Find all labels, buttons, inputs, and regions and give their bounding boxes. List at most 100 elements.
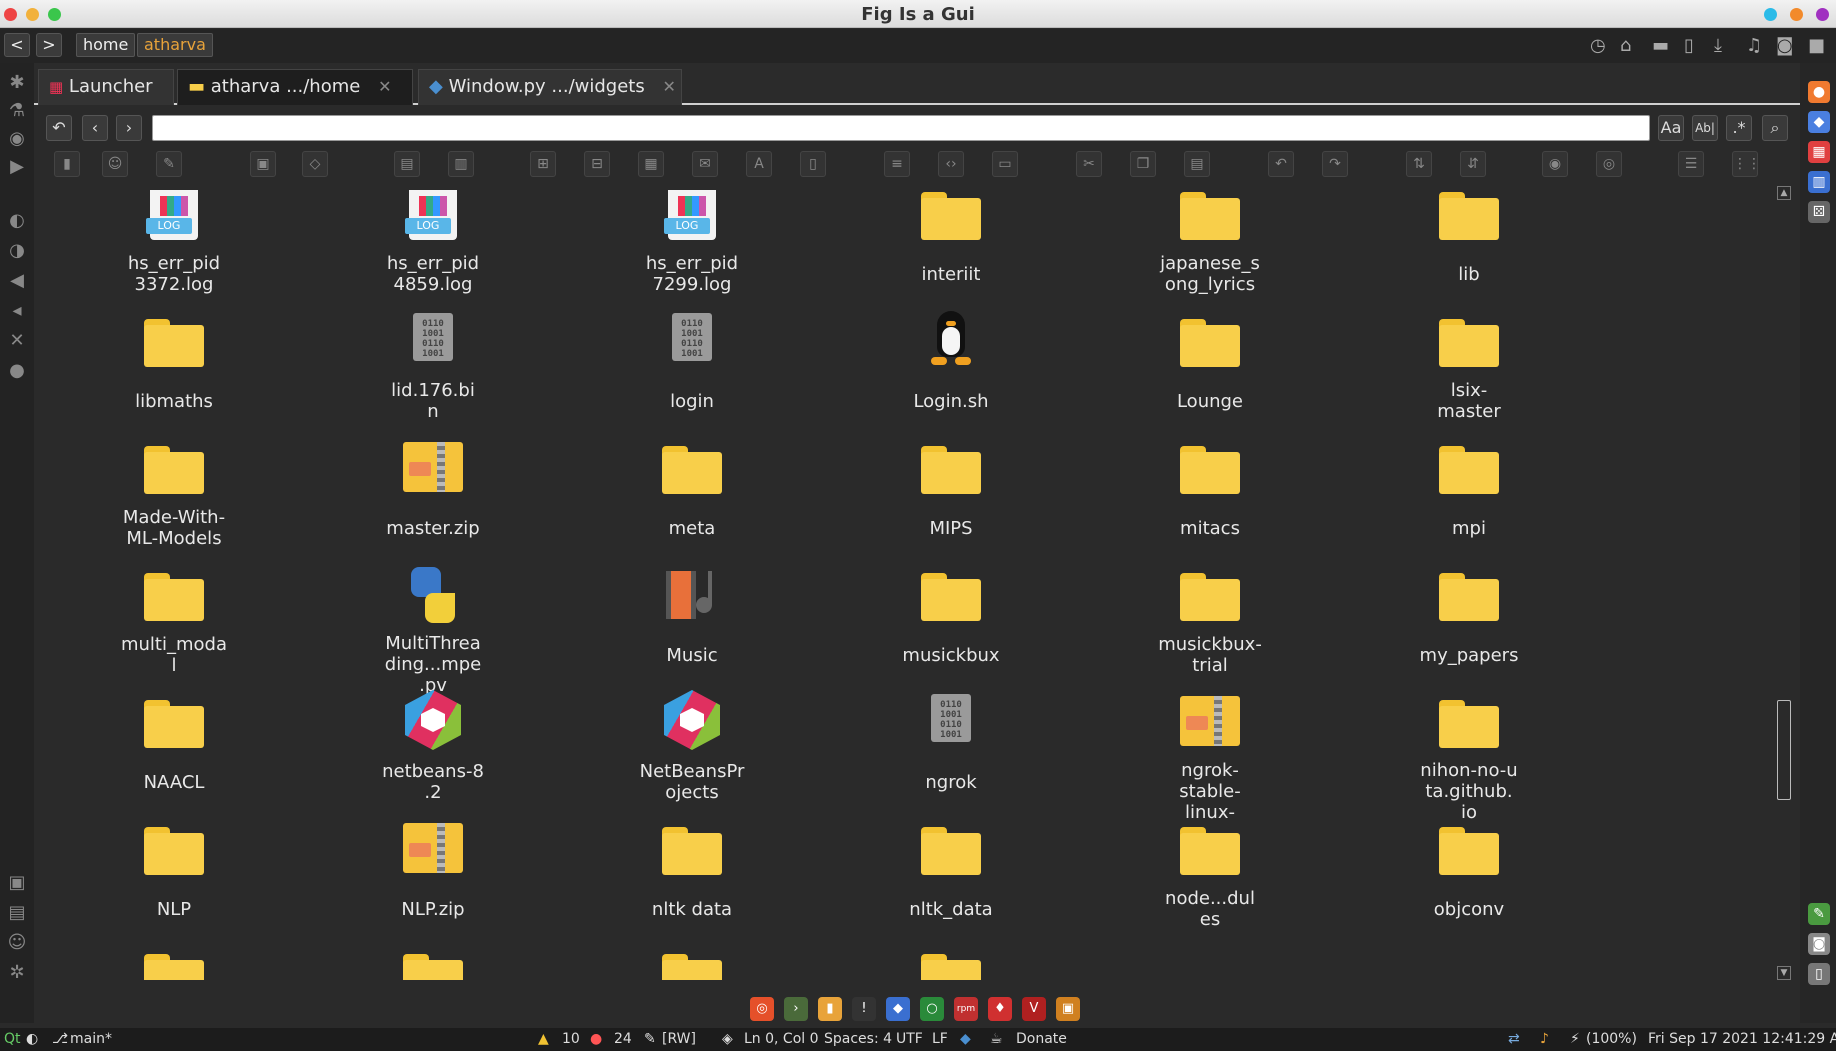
tag-icon[interactable]: ◇ [302, 151, 328, 177]
copy-icon[interactable]: ❐ [1130, 151, 1156, 177]
beer-icon[interactable]: ▮ [818, 997, 842, 1021]
volume-down-icon[interactable]: ◂ [7, 301, 27, 321]
file-item[interactable]: musickbux [866, 563, 1036, 677]
new-file-icon[interactable]: ▤ [394, 151, 420, 177]
undo-nav-icon[interactable]: ↶ [46, 115, 72, 141]
file-item[interactable]: Login.sh [866, 309, 1036, 423]
calendar-icon[interactable]: ▦ [1808, 141, 1830, 163]
vertical-scrollbar[interactable]: ▲ ▼ [1776, 186, 1792, 986]
clock-icon[interactable]: ◷ [1590, 37, 1606, 55]
breadcrumb-atharva[interactable]: atharva [137, 33, 213, 57]
firefox-icon[interactable]: ● [1808, 81, 1830, 103]
warning-count[interactable]: 10 [562, 1028, 580, 1051]
user-icon[interactable]: ☺ [102, 151, 128, 177]
file-item[interactable]: Lounge [1125, 309, 1295, 423]
ubuntu-icon[interactable]: ◎ [750, 997, 774, 1021]
undo-icon[interactable]: ↶ [1268, 151, 1294, 177]
cursor-position[interactable]: Ln 0, Col 0 [744, 1028, 819, 1051]
download-icon[interactable]: ⤓ [1714, 37, 1722, 55]
indent-spaces[interactable]: Spaces: 4 [824, 1028, 892, 1051]
back-button[interactable]: < [4, 33, 30, 57]
file-item[interactable]: NetBeansPr ojects [607, 690, 777, 804]
volume-up-icon[interactable]: ◀ [7, 271, 27, 291]
chat-icon[interactable]: ◆ [1808, 111, 1830, 133]
file-item[interactable]: nihon-no-u ta.github. io [1384, 690, 1554, 823]
path-forward-button[interactable]: › [116, 115, 142, 141]
package-icon[interactable]: ▣ [1056, 997, 1080, 1021]
ruby-icon[interactable]: ♦ [988, 997, 1012, 1021]
games-icon[interactable]: ⚄ [1808, 201, 1830, 223]
delete-icon[interactable]: ▯ [800, 151, 826, 177]
vim-icon[interactable]: V [1022, 997, 1046, 1021]
file-item[interactable]: node...dul es [1125, 817, 1295, 931]
view-icon[interactable]: ◉ [1542, 151, 1568, 177]
theme-toggle-icon[interactable]: ◐ [26, 1028, 38, 1051]
scroll-up-icon[interactable]: ▲ [1777, 186, 1791, 200]
refresh-icon[interactable]: ○ [920, 997, 944, 1021]
terminal-icon[interactable]: › [784, 997, 808, 1021]
scroll-thumb[interactable] [1777, 700, 1791, 800]
code-icon[interactable]: ‹› [938, 151, 964, 177]
redo-icon[interactable]: ↷ [1322, 151, 1348, 177]
file-item[interactable]: interiit [866, 190, 1036, 296]
file-item[interactable]: ngrok- stable- linux- [1125, 690, 1295, 823]
mail-icon[interactable]: ✉ [692, 151, 718, 177]
new-folder-icon[interactable]: ▥ [448, 151, 474, 177]
file-item[interactable]: objconv [1384, 817, 1554, 931]
file-item[interactable]: libmaths [89, 309, 259, 423]
git-branch[interactable]: main* [70, 1028, 112, 1051]
error-count[interactable]: 24 [614, 1028, 632, 1051]
display-icon[interactable]: ▤ [7, 903, 27, 923]
file-item[interactable]: Music [607, 563, 777, 677]
file-item[interactable] [348, 944, 518, 980]
file-item[interactable]: lsix- master [1384, 309, 1554, 423]
tab-atharva-home[interactable]: ▬ atharva .../home ✕ [177, 69, 413, 105]
folder-icon[interactable]: ▬ [1652, 37, 1669, 55]
file-item[interactable]: MIPS [866, 436, 1036, 550]
list-view-icon[interactable]: ☰ [1678, 151, 1704, 177]
paste-icon[interactable]: ▤ [1184, 151, 1210, 177]
match-case-button[interactable]: Aa [1658, 115, 1684, 141]
mute-icon[interactable]: ✕ [7, 331, 27, 351]
file-item[interactable]: NLP.zip [348, 817, 518, 931]
regex-button[interactable]: .* [1726, 115, 1752, 141]
add-file-icon[interactable]: ⊞ [530, 151, 556, 177]
github-icon[interactable]: ◉ [7, 129, 27, 149]
bug-icon[interactable]: ✱ [7, 73, 27, 93]
cut-icon[interactable]: ✂ [1076, 151, 1102, 177]
sort-asc-icon[interactable]: ⇅ [1406, 151, 1432, 177]
screenshot-icon[interactable]: ▣ [7, 873, 27, 893]
file-item[interactable]: mpi [1384, 436, 1554, 550]
breadcrumb-home[interactable]: home [76, 33, 136, 57]
file-item[interactable]: my_papers [1384, 563, 1554, 677]
copy-file-icon[interactable]: ⊟ [584, 151, 610, 177]
clock-datetime[interactable]: Fri Sep 17 2021 12:41:29 AM [1648, 1028, 1836, 1051]
notes-icon[interactable]: ▥ [1808, 171, 1830, 193]
app-dot-icon[interactable] [1790, 8, 1803, 21]
edit-icon[interactable]: ✎ [156, 151, 182, 177]
file-item[interactable]: nltk_data [866, 817, 1036, 931]
sort-desc-icon[interactable]: ⇵ [1460, 151, 1486, 177]
search-icon[interactable]: ⌕ [1762, 115, 1788, 141]
grid-view-icon[interactable]: ⋮⋮ [1732, 151, 1761, 177]
file-item[interactable]: musickbux- trial [1125, 563, 1295, 677]
hide-icon[interactable]: ◎ [1596, 151, 1622, 177]
video-icon[interactable]: ■ [1808, 37, 1825, 55]
settings-gear-icon[interactable]: ✲ [7, 963, 27, 983]
tools-icon[interactable]: ✎ [1808, 903, 1830, 925]
file-item[interactable]: LOG hs_err_pid 3372.log [89, 190, 259, 296]
scroll-down-icon[interactable]: ▼ [1777, 966, 1791, 980]
camera-icon[interactable]: ◙ [1776, 37, 1793, 55]
tab-window-py[interactable]: ◆ Window.py .../widgets ✕ [418, 69, 682, 105]
file-item[interactable]: japanese_s ong_lyrics [1125, 190, 1295, 296]
file-item[interactable]: LOG hs_err_pid 7299.log [607, 190, 777, 296]
donate-link[interactable]: Donate [1016, 1028, 1067, 1051]
forward-button[interactable]: > [36, 33, 62, 57]
file-item[interactable]: Made-With- ML-Models [89, 436, 259, 550]
file-item[interactable]: LOG hs_err_pid 4859.log [348, 190, 518, 296]
file-item[interactable]: lib [1384, 190, 1554, 296]
app-dot-icon[interactable] [1764, 8, 1777, 21]
file-item[interactable]: mitacs [1125, 436, 1295, 550]
lock-icon[interactable]: ▣ [250, 151, 276, 177]
document-icon[interactable]: ▯ [1684, 37, 1694, 55]
